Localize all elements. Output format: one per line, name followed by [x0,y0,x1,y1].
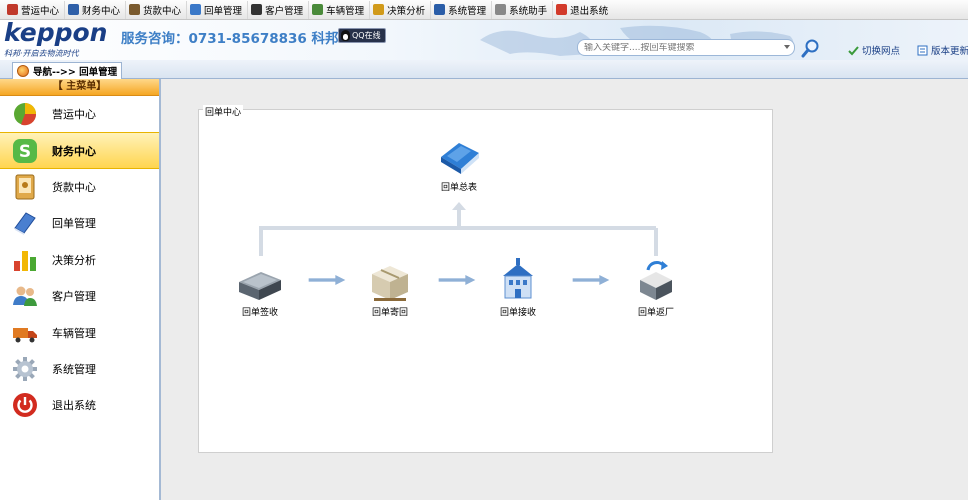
assistant-icon [495,4,507,15]
server-box-icon [239,272,281,300]
flow-node-sign-label: 回单签收 [241,308,278,318]
switch-branch-link[interactable]: 切换网点 [848,43,900,57]
sidebar-title: 【 主菜单】 [0,79,159,96]
flow-arrow-3 [572,275,610,285]
menu-item-assistant[interactable]: 系统助手 [492,0,554,19]
summary-node[interactable]: 回单总表 [424,137,494,193]
sidebar-item-payment[interactable]: 货款中心 [0,169,159,205]
svg-text:S: S [19,142,31,162]
sidebar-item-analysis[interactable]: 决策分析 [0,242,159,278]
operations-icon [7,4,18,15]
truck-icon [13,327,37,343]
book-icon [14,212,36,236]
flow-node-return-factory[interactable]: 回单返厂 [621,258,691,318]
menu-item-vehicle[interactable]: 车辆管理 [309,0,371,19]
finance-icon [68,4,80,15]
receipt-icon [190,4,202,15]
version-update-link[interactable]: 版本更新 [917,43,968,57]
sidebar-item-receipt[interactable]: 回单管理 [0,205,159,241]
menu-item-finance[interactable]: 财务中心 [65,0,127,19]
flow-node-return-factory-label: 回单返厂 [637,308,674,318]
sidebar-item-vehicle[interactable]: 车辆管理 [0,314,159,350]
brand-logo: keppon [4,20,108,47]
connector-line-right [654,228,658,256]
gear-icon [13,356,37,381]
address-book-icon [15,174,35,200]
users-icon [13,286,37,307]
connector-line-left [259,228,263,256]
flow-node-send-back[interactable]: 回单寄回 [355,260,425,318]
menu-item-customer[interactable]: 客户管理 [248,0,310,19]
sidebar-item-exit[interactable]: 退出系统 [0,387,159,423]
flow-arrow-1 [308,275,346,285]
checkmark-icon [848,45,859,55]
panel-title: 回单中心 [203,105,244,118]
binder-icon [441,143,479,174]
tab-receipt-management[interactable]: 导航-->> 回单管理 [12,62,122,79]
menu-item-receipt[interactable]: 回单管理 [187,0,249,19]
tab-strip: 导航-->> 回单管理 [0,60,968,79]
exit-icon [556,4,568,15]
main-content: 回单中心 回单总表 回单签收 回单寄回 回单接收 回单返厂 [161,79,968,500]
vehicle-icon [312,4,324,15]
flow-node-receive[interactable]: 回单接收 [483,256,553,318]
menu-item-payment[interactable]: 货款中心 [126,0,188,19]
receipt-center-panel: 回单中心 回单总表 回单签收 回单寄回 回单接收 回单返厂 [198,105,773,453]
summary-node-label: 回单总表 [440,183,477,193]
power-icon [13,393,37,418]
sidebar-item-system[interactable]: 系统管理 [0,351,159,387]
search-dropdown-icon[interactable] [784,45,790,49]
package-boxes-icon [372,266,408,301]
top-menu-bar: 营运中心 财务中心 货款中心 回单管理 客户管理 车辆管理 决策分析 系统管理 … [0,0,968,20]
flow-node-sign[interactable]: 回单签收 [225,260,295,318]
payment-icon [129,4,141,15]
factory-return-icon [640,261,672,300]
brand-slogan: 科邦·开启去物流时代 [4,49,79,58]
up-arrow-icon [452,202,466,210]
menu-item-system[interactable]: 系统管理 [431,0,493,19]
sidebar-item-operations[interactable]: 营运中心 [0,96,159,132]
analysis-icon [373,4,385,15]
finance-s-icon: S [13,138,37,163]
system-icon [434,4,446,15]
main-menu-sidebar: 【 主菜单】 营运中心 S 财务中心 货款中心 回单管理 决策分析 客户管理 车… [0,79,161,500]
bar-chart-icon [14,250,36,271]
pie-chart-icon [14,103,37,126]
customer-icon [251,4,263,15]
flow-arrow-2 [438,275,476,285]
qq-penguin-icon [341,30,350,41]
sidebar-item-customer[interactable]: 客户管理 [0,278,159,314]
search-box [577,39,795,56]
service-hotline: 服务咨询：0731-85678836 科邦 [121,31,339,47]
flow-node-send-back-label: 回单寄回 [371,308,408,318]
menu-item-analysis[interactable]: 决策分析 [370,0,432,19]
menu-item-exit[interactable]: 退出系统 [553,1,613,19]
menu-item-operations[interactable]: 营运中心 [4,0,66,19]
qq-online-button[interactable]: QQ在线 [338,28,386,43]
search-input[interactable] [584,42,774,53]
flow-node-receive-label: 回单接收 [499,308,536,318]
sidebar-item-finance[interactable]: S 财务中心 [0,132,159,169]
navigation-icon [17,65,29,77]
document-icon [917,45,928,55]
search-icon[interactable] [800,38,822,58]
header-banner: keppon 科邦·开启去物流时代 服务咨询：0731-85678836 科邦 … [0,20,968,60]
office-building-icon [503,258,533,299]
